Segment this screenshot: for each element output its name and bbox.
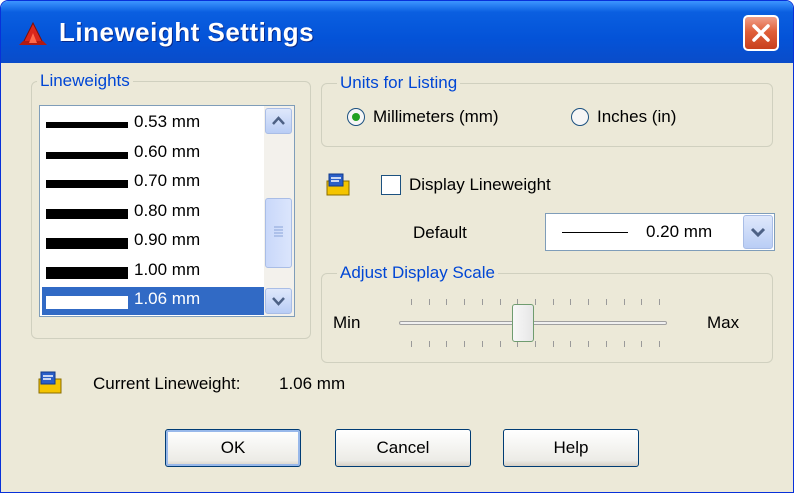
- slider-tick: [411, 341, 412, 347]
- slider-tick: [570, 299, 571, 305]
- lineweight-label: 0.70 mm: [134, 171, 201, 190]
- lineweight-list-item[interactable]: 0.70 mm: [42, 169, 264, 197]
- lineweight-sample-line: [46, 151, 128, 159]
- slider-tick: [411, 299, 412, 305]
- slider-tick: [464, 341, 465, 347]
- lineweight-list-item[interactable]: 0.90 mm: [42, 228, 264, 256]
- units-group-label: Units for Listing: [337, 73, 461, 93]
- min-label: Min: [333, 313, 361, 332]
- dropdown-button[interactable]: [743, 215, 773, 249]
- slider-tick: [659, 341, 660, 347]
- lineweight-sample-line: [46, 122, 128, 128]
- display-lineweight-label[interactable]: Display Lineweight: [409, 175, 551, 195]
- slider-tick: [641, 299, 642, 305]
- lineweight-display-icon: [326, 173, 350, 196]
- lineweight-list-item[interactable]: 0.53 mm: [42, 110, 264, 138]
- lineweight-label: 1.06 mm: [134, 289, 201, 308]
- slider-tick: [482, 299, 483, 305]
- ok-button[interactable]: OK: [165, 429, 301, 467]
- cancel-button[interactable]: Cancel: [335, 429, 471, 467]
- grip-icon: [274, 226, 283, 237]
- chevron-down-icon: [272, 297, 285, 306]
- window-title: Lineweight Settings: [59, 17, 315, 47]
- list-scrollbar[interactable]: [264, 106, 294, 316]
- scroll-up-button[interactable]: [265, 108, 292, 134]
- default-lineweight-value: 0.20 mm: [646, 222, 713, 241]
- lineweight-label: 0.80 mm: [134, 200, 201, 220]
- lineweights-group-label: Lineweights: [37, 71, 133, 91]
- close-button[interactable]: [743, 15, 779, 51]
- max-label: Max: [707, 313, 740, 332]
- slider-tick: [553, 299, 554, 305]
- chevron-down-icon: [750, 227, 766, 238]
- slider-tick: [446, 299, 447, 305]
- slider-tick: [553, 341, 554, 347]
- lineweight-list-item[interactable]: 0.80 mm: [42, 199, 264, 227]
- chevron-up-icon: [272, 116, 285, 125]
- display-lineweight-checkbox[interactable]: [381, 175, 401, 195]
- millimeters-label[interactable]: Millimeters (mm): [373, 107, 499, 127]
- slider-tick: [606, 299, 607, 305]
- slider-tick: [464, 299, 465, 305]
- slider-tick: [659, 299, 660, 305]
- lineweight-sample-line: [46, 180, 128, 188]
- slider-thumb[interactable]: [512, 304, 534, 342]
- close-icon: [752, 24, 770, 42]
- lineweight-sample-line: [46, 296, 128, 309]
- inches-label[interactable]: Inches (in): [597, 107, 676, 127]
- lineweight-list-item[interactable]: 1.00 mm: [42, 258, 264, 286]
- slider-tick: [429, 341, 430, 347]
- default-lineweight-select[interactable]: 0.20 mm: [545, 213, 775, 251]
- slider-tick: [500, 299, 501, 305]
- current-lineweight-label: Current Lineweight:: [93, 374, 241, 393]
- lineweight-sample-line: [46, 238, 128, 249]
- lineweight-sample-line: [46, 208, 128, 219]
- slider-tick: [535, 341, 536, 347]
- slider-tick: [535, 299, 536, 305]
- current-lineweight-icon: [38, 371, 62, 394]
- autocad-icon: [19, 21, 47, 45]
- lineweight-list-item[interactable]: 0.60 mm: [42, 140, 264, 168]
- help-button[interactable]: Help: [503, 429, 639, 467]
- millimeters-radio[interactable]: [347, 108, 365, 126]
- slider-tick: [482, 341, 483, 347]
- title-bar[interactable]: Lineweight Settings: [1, 1, 793, 63]
- slider-tick: [446, 341, 447, 347]
- lineweight-label: 1.00 mm: [134, 259, 201, 279]
- radio-dot: [352, 113, 360, 121]
- slider-tick: [588, 341, 589, 347]
- slider-tick: [429, 299, 430, 305]
- slider-tick: [500, 341, 501, 347]
- lineweight-list-item[interactable]: 1.06 mm: [42, 287, 264, 315]
- lineweight-list[interactable]: 0.53 mm 0.60 mm 0.70 mm 0.80 mm 0.90 mm 1.00 …: [39, 105, 295, 317]
- lineweight-label: 0.53 mm: [134, 112, 201, 131]
- slider-tick: [570, 341, 571, 347]
- slider-tick: [641, 341, 642, 347]
- slider-tick: [606, 341, 607, 347]
- scroll-down-button[interactable]: [265, 288, 292, 314]
- lineweight-label: 0.90 mm: [134, 230, 201, 249]
- slider-tick: [624, 341, 625, 347]
- slider-tick: [588, 299, 589, 305]
- slider-tick: [624, 299, 625, 305]
- display-scale-group: [321, 273, 773, 363]
- current-lineweight-value: 1.06 mm: [279, 374, 346, 393]
- scroll-thumb[interactable]: [265, 198, 292, 268]
- default-label: Default: [413, 223, 467, 242]
- lineweight-label: 0.60 mm: [134, 141, 201, 161]
- display-scale-group-label: Adjust Display Scale: [337, 263, 498, 283]
- lineweight-sample-line: [46, 266, 128, 279]
- lineweight-preview-line: [562, 232, 628, 233]
- inches-radio[interactable]: [571, 108, 589, 126]
- dialog-window: Lineweight Settings Lineweights 0.53 mm 0…: [0, 0, 794, 493]
